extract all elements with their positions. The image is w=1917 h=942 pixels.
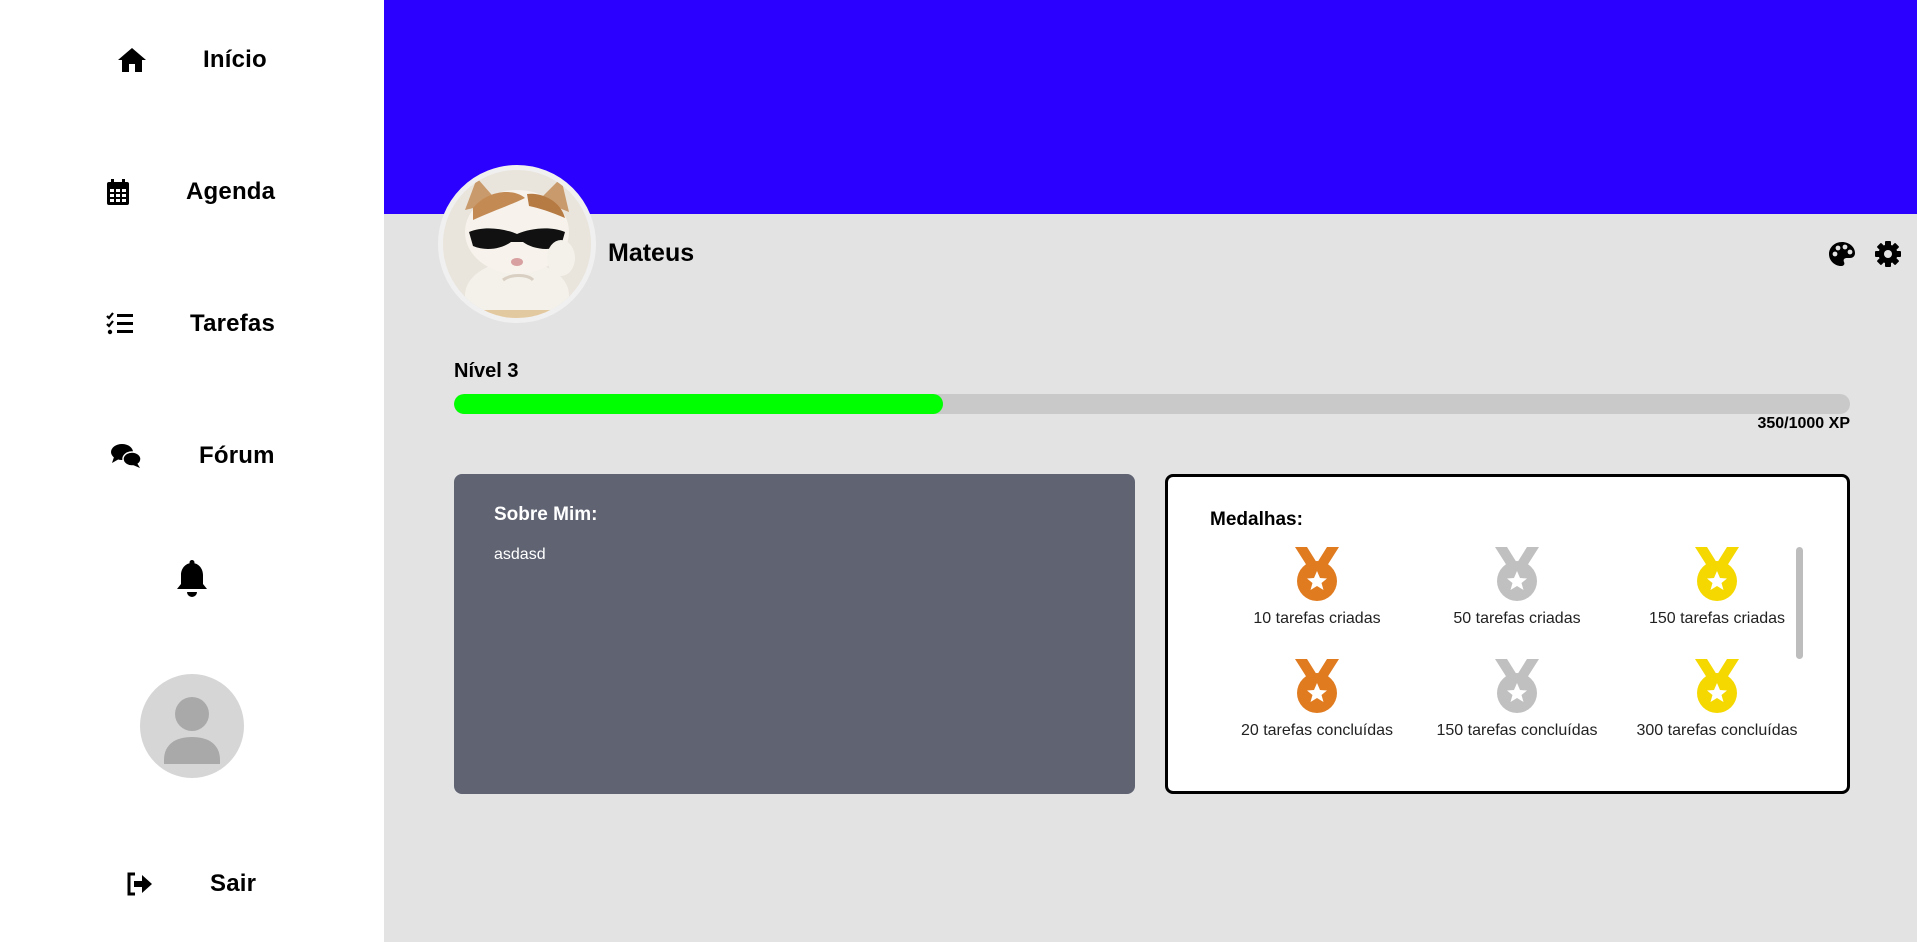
- palette-icon[interactable]: [1828, 240, 1858, 270]
- medal-item: 10 tarefas criadas: [1222, 545, 1412, 629]
- medal-label: 150 tarefas concluídas: [1436, 722, 1598, 739]
- xp-progress-fill: [454, 394, 943, 414]
- calendar-icon: [102, 176, 134, 208]
- medals-card: Medalhas: 10 tarefas criadas 50 tarefas c…: [1165, 474, 1850, 794]
- xp-progress-bar: [454, 394, 1850, 414]
- medal-label: 50 tarefas criadas: [1453, 610, 1581, 627]
- medal-item: 150 tarefas criadas: [1622, 545, 1812, 629]
- task-list-icon: [104, 308, 136, 340]
- medal-icon: [1495, 547, 1539, 601]
- medals-scrollbar[interactable]: [1796, 547, 1803, 659]
- comments-icon: [110, 440, 142, 472]
- sidebar-item-label: Início: [203, 46, 267, 73]
- sidebar-item-label: Tarefas: [190, 310, 276, 337]
- medal-label: 150 tarefas criadas: [1648, 610, 1786, 627]
- logout-label: Sair: [210, 870, 257, 897]
- sign-out-icon: [124, 868, 156, 900]
- xp-text: 350/1000 XP: [1757, 415, 1850, 432]
- medal-icon: [1695, 547, 1739, 601]
- sidebar: Início Agenda Tarefas Fórum Sair: [0, 0, 384, 942]
- sidebar-item-label: Fórum: [199, 442, 275, 469]
- medal-label: 20 tarefas concluídas: [1240, 722, 1394, 739]
- sidebar-item-tarefas[interactable]: Tarefas: [0, 294, 384, 354]
- sidebar-item-label: Agenda: [186, 178, 276, 205]
- medals-title: Medalhas:: [1210, 509, 1303, 530]
- logout-button[interactable]: Sair: [0, 854, 384, 914]
- medal-icon: [1295, 659, 1339, 713]
- profile-banner: [384, 0, 1917, 214]
- medal-label: 10 tarefas criadas: [1253, 610, 1381, 627]
- medal-item: 50 tarefas criadas: [1422, 545, 1612, 629]
- bell-icon[interactable]: [174, 560, 210, 600]
- about-card: Sobre Mim: asdasd: [454, 474, 1135, 794]
- medal-icon: [1495, 659, 1539, 713]
- medal-icon: [1295, 547, 1339, 601]
- profile-name: Mateus: [608, 239, 695, 267]
- user-avatar-icon[interactable]: [140, 674, 244, 778]
- about-text: asdasd: [494, 546, 546, 563]
- medal-item: 150 tarefas concluídas: [1422, 657, 1612, 741]
- profile-photo: [438, 165, 596, 323]
- sidebar-item-agenda[interactable]: Agenda: [0, 162, 384, 222]
- medal-icon: [1695, 659, 1739, 713]
- sidebar-item-forum[interactable]: Fórum: [0, 426, 384, 486]
- medal-item: 300 tarefas concluídas: [1622, 657, 1812, 741]
- medal-label: 300 tarefas concluídas: [1636, 722, 1798, 739]
- about-title: Sobre Mim:: [494, 504, 598, 525]
- medal-item: 20 tarefas concluídas: [1222, 657, 1412, 741]
- home-icon: [116, 44, 148, 76]
- sidebar-item-inicio[interactable]: Início: [0, 30, 384, 90]
- gear-icon[interactable]: [1874, 240, 1904, 270]
- level-label: Nível 3: [454, 360, 519, 382]
